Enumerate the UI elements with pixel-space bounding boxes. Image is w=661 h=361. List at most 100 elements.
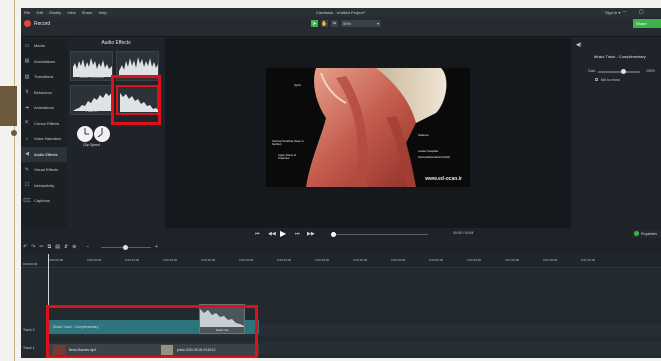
timeline-tools: ↶ ↷ ✂ ⧉ ▤ ⇵ ⊕ − (23, 244, 89, 250)
zoom-out-icon[interactable]: − (86, 244, 89, 250)
tools-sidebar: ▭ Media ▤ Annotations ▥ Transitions ↯ Behavi… (21, 38, 67, 228)
sidebar-item-voice-narration[interactable]: ♪ Voice Narration (21, 131, 67, 147)
play-button[interactable]: ▶ (280, 229, 289, 238)
speaker-icon: ◀ (25, 151, 29, 158)
effect-noise-removal[interactable]: Noise Removal (70, 51, 113, 81)
sign-in-button[interactable]: Sign in ▾ (605, 10, 620, 15)
sidebar-item-label: Captions (34, 198, 50, 204)
gain-value: 100% (646, 69, 655, 73)
audio-effects-panel: Audio Effects Noise Removal Fade In Fade… (68, 38, 164, 228)
zoom-in-icon[interactable]: + (155, 244, 158, 250)
menu-modify[interactable]: Modify (49, 10, 61, 15)
select-tool-icon[interactable]: ➤ (311, 20, 318, 27)
timeline-zoom-handle[interactable] (123, 245, 128, 250)
behavior-icon: ↯ (24, 89, 30, 96)
minimize-button[interactable]: – (623, 9, 626, 15)
rewind-icon[interactable]: ◀◀ (268, 231, 276, 237)
video-preview[interactable]: Hyoid Cervical Vertebrae (Seen in Sectio… (266, 68, 470, 187)
sidebar-item-behaviors[interactable]: ↯ Behaviors (21, 85, 67, 101)
camtasia-window: File Edit Modify View Share Help Camtasi… (21, 8, 661, 358)
panel-title: Audio Effects (101, 40, 131, 46)
menu-file[interactable]: File (24, 10, 30, 15)
maximize-button[interactable]: ▢ (639, 9, 644, 15)
media-icon: ▭ (24, 42, 30, 49)
undo-icon[interactable]: ↶ (23, 244, 27, 250)
share-label: Share (636, 21, 647, 26)
sidebar-item-label: Behaviors (34, 89, 52, 95)
sidebar-item-label: Visual Effects (34, 167, 59, 173)
effect-clip-speed[interactable]: Clip Speed (70, 119, 113, 149)
sidebar-item-interactivity[interactable]: ☐ Interactivity (21, 178, 67, 194)
sidebar-item-label: Annotations (34, 58, 56, 64)
zoom-icon[interactable]: ⊕ (72, 244, 76, 250)
timeline-zoom-slider[interactable] (101, 245, 151, 250)
canvas-area: Hyoid Cervical Vertebrae (Seen in Sectio… (165, 38, 571, 228)
zoom-select[interactable]: 59% ▾ (341, 20, 381, 27)
sidebar-item-animations[interactable]: ➜ Animations (21, 100, 67, 116)
anatomy-label-scalenes: Scalenes (418, 134, 429, 137)
anatomy-label-hyoid: Hyoid (294, 84, 301, 87)
waveform-icon (73, 58, 112, 77)
next-frame-icon[interactable]: ⏭ (295, 231, 300, 237)
sidebar-item-transitions[interactable]: ▥ Transitions (21, 69, 67, 85)
cursor-icon: ⇱ (24, 120, 30, 127)
sidebar-item-captions[interactable]: CC Captions (21, 193, 67, 209)
ruler-tick: 0:01:10;00 (581, 258, 596, 262)
speaker-icon: ◀) (576, 42, 582, 48)
effect-label: Clip Speed (82, 143, 101, 147)
ruler-tick: 0:00:00;00 (49, 258, 64, 262)
redo-icon[interactable]: ↷ (31, 244, 35, 250)
gain-slider[interactable] (598, 69, 640, 74)
ruler-tick: 0:01:05;00 (543, 258, 558, 262)
menu-view[interactable]: View (67, 10, 76, 15)
ruler-tick: 0:00:15;00 (163, 258, 178, 262)
gain-slider-handle[interactable] (620, 69, 626, 74)
scrubber-handle[interactable] (331, 231, 336, 237)
ruler-tick: 0:00:35;00 (315, 258, 330, 262)
sidebar-item-media[interactable]: ▭ Media (21, 38, 67, 54)
sidebar-item-label: Voice Narration (34, 136, 62, 142)
mix-to-mono-checkbox[interactable] (595, 78, 598, 81)
ruler-tick: 0:00:50;00 (429, 258, 444, 262)
ruler-tick: 0:00:55;00 (467, 258, 482, 262)
timeline-ruler[interactable]: 0:00:00;00 0:00:05;00 0:00:10;00 0:00:15… (21, 254, 661, 268)
menu-share[interactable]: Share (82, 10, 93, 15)
highlight-box-clips (46, 305, 258, 358)
highlight-box-fade-out (111, 75, 161, 125)
ruler-tick: 0:00:30;00 (277, 258, 292, 262)
menu-edit[interactable]: Edit (36, 10, 43, 15)
microphone-icon: ♪ (25, 135, 29, 142)
sidebar-item-label: Animations (34, 105, 54, 111)
share-button[interactable]: Share (633, 19, 661, 28)
chevron-down-icon: ▾ (376, 21, 379, 26)
ruler-tick: 0:00:20;00 (201, 258, 216, 262)
anatomy-label-scm: Sternocleidomastoid (SCM) (418, 156, 450, 159)
step-back-icon[interactable]: ⏮ (255, 231, 260, 237)
record-button[interactable]: Record (24, 20, 50, 27)
menu-help[interactable]: Help (98, 10, 106, 15)
track-1-label: Track 1 (23, 346, 35, 350)
ruler-tick: 0:00:25;00 (239, 258, 254, 262)
timecode: 00:00 / 00:54 (453, 231, 474, 235)
record-icon (24, 20, 31, 27)
cc-icon: CC (23, 197, 31, 204)
pan-tool-icon[interactable]: ✋ (321, 20, 328, 27)
sidebar-item-audio-effects[interactable]: ◀ Audio Effects (21, 146, 67, 162)
split-icon[interactable]: ⇵ (64, 244, 68, 250)
mix-to-mono-label: Mix to mono (601, 78, 621, 82)
sidebar-item-cursor-effects[interactable]: ⇱ Cursor Effects (21, 116, 67, 132)
sidebar-item-label: Media (34, 43, 45, 49)
forward-icon[interactable]: ▶▶ (307, 231, 315, 237)
sidebar-item-annotations[interactable]: ▤ Annotations (21, 54, 67, 70)
properties-title: Music Track - Complimentary (594, 54, 646, 59)
paste-icon[interactable]: ▤ (55, 244, 60, 250)
sidebar-item-visual-effects[interactable]: ✎ Visual Effects (21, 162, 67, 178)
cut-icon[interactable]: ✂ (39, 244, 43, 250)
effect-fade-in[interactable]: Fade In (70, 85, 113, 115)
playback-scrubber[interactable] (331, 231, 428, 237)
ruler-tick: 0:00:40;00 (353, 258, 368, 262)
ruler-tick: 0:00:05;00 (87, 258, 102, 262)
properties-button[interactable]: Properties (632, 229, 661, 238)
crop-tool-icon[interactable]: ⌗ (331, 20, 338, 27)
copy-icon[interactable]: ⧉ (48, 244, 52, 250)
